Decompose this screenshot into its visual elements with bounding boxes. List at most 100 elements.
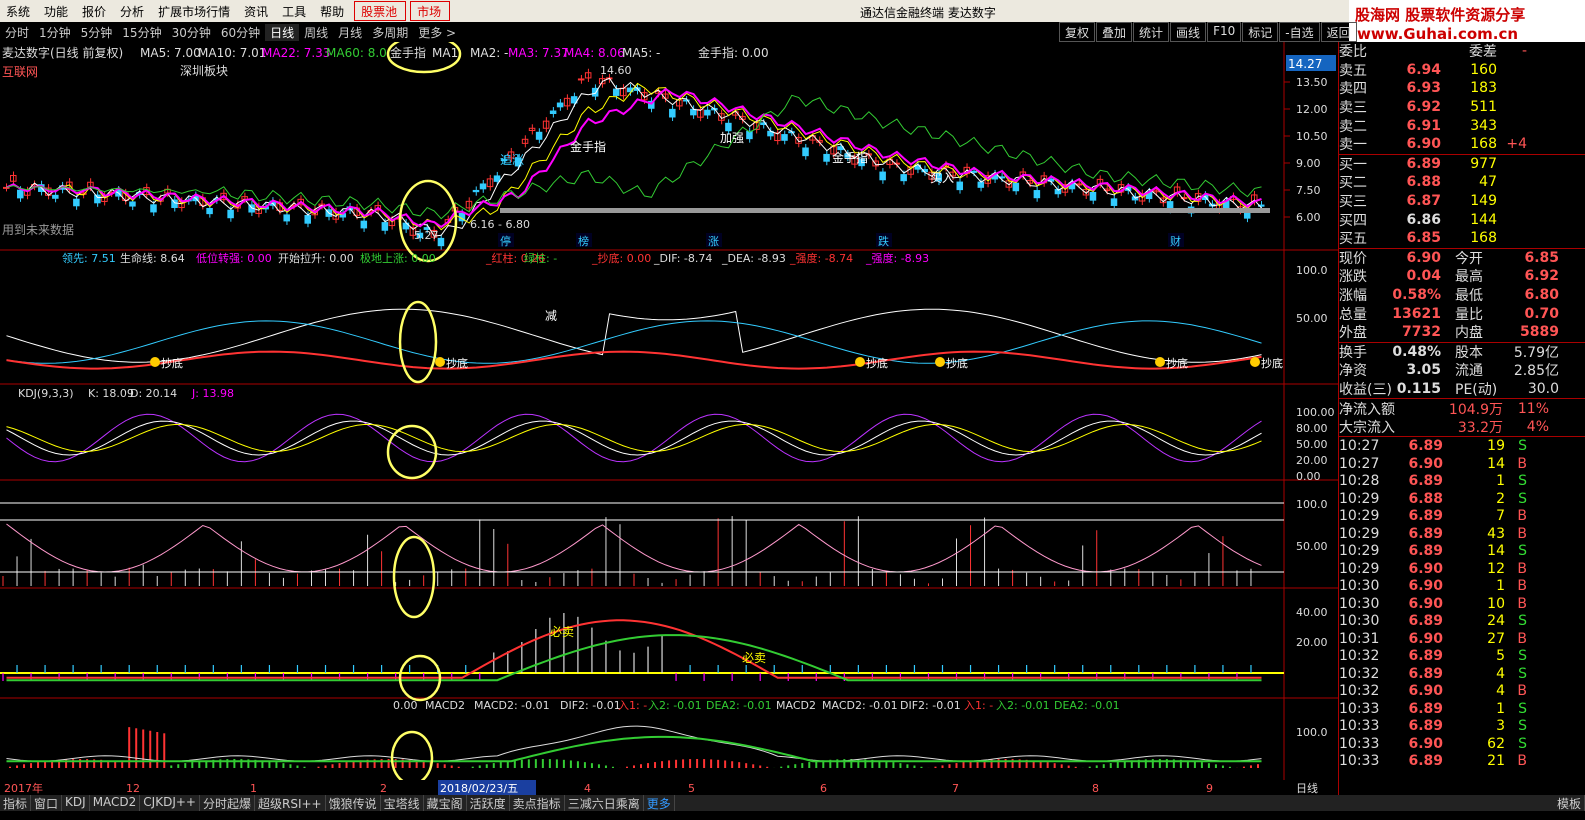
period-tab-6[interactable]: 日线: [265, 23, 300, 41]
support-band: [500, 208, 1270, 213]
menu-item-1[interactable]: 功能: [38, 0, 76, 22]
flow-value-1: 33.2万: [1457, 420, 1503, 437]
tick-time-7: 10:29: [1339, 560, 1380, 577]
sell-row-4-c3: +4: [1506, 136, 1527, 153]
period-tab-8[interactable]: 月线: [333, 24, 367, 41]
tick-row-15: 10:33 6.89 1 S: [1339, 700, 1585, 718]
bottom-tab-1[interactable]: 窗口: [31, 795, 63, 811]
stat-value-1: 0.04: [1406, 268, 1441, 285]
template-button[interactable]: 模板: [1554, 795, 1585, 811]
bottom-tab-6[interactable]: 超级RSI++: [255, 795, 326, 811]
date-tick-5: 4: [584, 782, 591, 795]
date-tick-0: 2017年: [4, 781, 43, 795]
menu-item-4[interactable]: 扩展市场行情: [152, 0, 238, 22]
bottom-tab-7[interactable]: 饿狼传说: [326, 795, 381, 811]
chaodi-marker: [855, 357, 865, 367]
price-tick-5: 6.00: [1296, 211, 1321, 224]
tick-price-14: 6.90: [1408, 683, 1443, 700]
low-price-label: 5.27: [414, 229, 439, 242]
buy-row-1: 买二 6.88 47: [1339, 173, 1585, 192]
tick-side-2: S: [1518, 473, 1527, 490]
sell-row-0-c2: 160: [1470, 61, 1497, 78]
period-tab-2[interactable]: 5分钟: [76, 24, 118, 41]
menu-item-7[interactable]: 帮助: [314, 0, 352, 22]
tick-side-5: B: [1517, 525, 1527, 542]
jiaqiang-label: 加强: [720, 131, 744, 145]
period-tab-1[interactable]: 1分钟: [34, 24, 76, 41]
bottom-tab-0[interactable]: 指标: [0, 795, 32, 811]
menu-item-3[interactable]: 分析: [114, 0, 152, 22]
bottom-tab-2[interactable]: KDJ: [62, 795, 90, 811]
tick-price-3: 6.88: [1408, 490, 1443, 507]
period-tab-7[interactable]: 周线: [299, 24, 333, 41]
tick-time-3: 10:29: [1339, 490, 1380, 507]
toolbar-button-1[interactable]: 叠加: [1096, 22, 1133, 42]
menu-item-6[interactable]: 工具: [276, 0, 314, 22]
toolbar-button-5[interactable]: 标记: [1242, 22, 1279, 42]
highlight-circle: [398, 300, 438, 384]
tick-vol-14: 4: [1496, 683, 1505, 700]
tick-price-9: 6.90: [1408, 595, 1443, 612]
chaodi-marker: [150, 357, 160, 367]
chaodi-label-3: 抄底: [946, 356, 968, 370]
toolbar-button-0[interactable]: 复权: [1059, 22, 1096, 42]
macd-header-8: MACD2: -0.01: [822, 699, 898, 712]
period-tab-5[interactable]: 60分钟: [216, 24, 265, 41]
stat-label2-4: 内盘: [1455, 325, 1483, 342]
bottom-tab-9[interactable]: 藏宝阁: [424, 795, 467, 811]
bottom-tab-3[interactable]: MACD2: [90, 795, 141, 811]
price-tick-0: 13.50: [1296, 76, 1328, 89]
cursor-date: 2018/02/23/五: [440, 782, 518, 795]
jsz-label-2: 金手指: [832, 150, 868, 165]
period-tab-9[interactable]: 多周期: [367, 24, 413, 41]
period-tab-0[interactable]: 分时: [0, 24, 34, 41]
candle-body: [52, 194, 59, 199]
buy-row-0-c1: 6.89: [1406, 155, 1441, 172]
tick-price-17: 6.90: [1408, 735, 1443, 752]
tick-side-8: B: [1517, 578, 1527, 595]
menu-item-0[interactable]: 系统: [0, 0, 38, 22]
buy-row-4-c2: 168: [1470, 230, 1497, 247]
tick-vol-0: 19: [1487, 438, 1505, 455]
bottom-tab-10[interactable]: 活跃度: [467, 795, 510, 811]
tick-price-16: 6.89: [1408, 718, 1443, 735]
bottom-tab-13[interactable]: 更多: [644, 795, 675, 811]
kline-chart-area[interactable]: 麦达数字(日线 前复权) MA5: 7.00MA10: 7.01MA22: 7.3…: [0, 42, 1338, 780]
candle-body: [73, 198, 80, 207]
candle-body: [304, 214, 311, 224]
quote-top-c3: -: [1521, 43, 1527, 60]
buy-row-4-c0: 买五: [1339, 231, 1367, 248]
toolbar-button-4[interactable]: F10: [1207, 22, 1242, 42]
toolbar-button-6[interactable]: -自选: [1279, 22, 1320, 42]
event-label-0: 停: [500, 234, 511, 248]
bottom-tab-11[interactable]: 卖点指标: [510, 795, 565, 811]
period-tab-3[interactable]: 15分钟: [117, 24, 166, 41]
tick-side-17: S: [1518, 735, 1527, 752]
bottom-tab-12[interactable]: 三减六日乘离: [565, 795, 644, 811]
tick-row-18: 10:33 6.89 21 B: [1339, 752, 1585, 770]
menu-item-2[interactable]: 报价: [76, 0, 114, 22]
bottom-tab-5[interactable]: 分时起爆: [200, 795, 255, 811]
period-tab-4[interactable]: 30分钟: [167, 24, 216, 41]
kdj-tick-4: 0.00: [1296, 470, 1321, 483]
period-tab-10[interactable]: 更多 >: [413, 24, 461, 41]
kdj-k: K: 18.09: [88, 387, 134, 400]
sub1-header-5: 极地上涨: 0.00: [360, 251, 436, 265]
chaodi-marker: [935, 357, 945, 367]
sub1-header-3: 低位转强: 0.00: [196, 251, 272, 265]
buy-row-1-c2: 47: [1479, 174, 1497, 191]
chaodi-marker: [1155, 357, 1165, 367]
toolbar-button-3[interactable]: 画线: [1170, 22, 1207, 42]
menu-tab-stock-pool[interactable]: 股票池: [354, 1, 407, 21]
bottom-tab-8[interactable]: 宝塔线: [381, 795, 424, 811]
price-tick-2: 10.50: [1296, 130, 1328, 143]
toolbar-button-2[interactable]: 统计: [1133, 22, 1170, 42]
bottom-tab-4[interactable]: CJKDJ++: [140, 795, 200, 811]
menu-tab-market[interactable]: 市场: [410, 1, 451, 21]
kdj-tick-2: 50.00: [1296, 438, 1328, 451]
menu-item-5[interactable]: 资讯: [238, 0, 276, 22]
high-price-label: 14.60: [600, 64, 632, 77]
sub3-tick-0: 100.0: [1296, 498, 1328, 511]
candle-body: [549, 110, 557, 115]
toolbar-button-7[interactable]: 返回: [1320, 22, 1357, 42]
